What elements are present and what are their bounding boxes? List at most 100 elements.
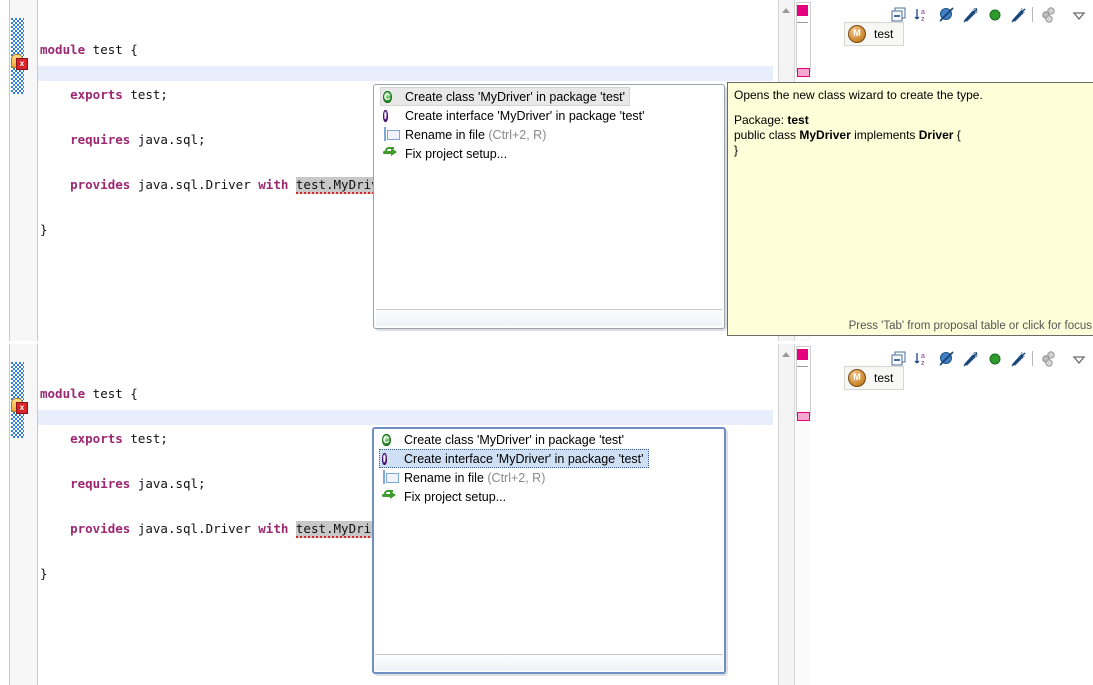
gutter-edge xyxy=(37,0,38,341)
hide-local-types-icon[interactable]: L xyxy=(1010,350,1028,368)
javadoc-tooltip-top[interactable]: Opens the new class wizard to create the… xyxy=(727,82,1093,336)
code-line: requires java.sql; xyxy=(70,132,206,147)
code-line: module test { xyxy=(40,386,138,401)
view-menu-icon[interactable] xyxy=(1070,6,1088,24)
code-line: requires java.sql; xyxy=(70,476,206,491)
code-line: module test { xyxy=(40,42,138,57)
toolbar-separator xyxy=(1032,7,1033,22)
outline-item-label: test xyxy=(874,371,894,385)
rename-icon xyxy=(382,469,399,486)
code-text-bottom[interactable]: module test { exports test; requires jav… xyxy=(40,356,401,611)
editor-gutter-top[interactable]: x xyxy=(0,0,38,341)
proposal-item-inner[interactable]: Fix project setup... xyxy=(380,144,512,163)
proposal-item[interactable]: Rename in file (Ctrl+2, R) xyxy=(376,125,722,144)
module-icon: M xyxy=(848,369,866,387)
proposal-item[interactable]: C Create class 'MyDriver' in package 'te… xyxy=(375,430,723,449)
editor-vertical-scrollbar-bottom[interactable] xyxy=(778,344,794,685)
proposal-item[interactable]: I Create interface 'MyDriver' in package… xyxy=(376,106,722,125)
proposal-list-bottom[interactable]: C Create class 'MyDriver' in package 'te… xyxy=(375,430,723,654)
module-icon: M xyxy=(848,25,866,43)
scroll-up-arrow-icon[interactable] xyxy=(782,8,790,13)
editor-panel-bottom: x module test { exports test; requires j… xyxy=(0,344,1093,685)
outline-item-module-bottom[interactable]: M test xyxy=(844,366,905,390)
javadoc-footer-top: Press 'Tab' from proposal table or click… xyxy=(728,317,1093,335)
outline-item-module-top[interactable]: M test xyxy=(844,22,905,46)
proposal-item[interactable]: C Create class 'MyDriver' in package 'te… xyxy=(376,87,632,106)
svg-text:z: z xyxy=(921,360,925,367)
code-line: } xyxy=(40,222,48,237)
editor-gutter-bottom[interactable]: x xyxy=(0,344,38,685)
code-line: } xyxy=(40,566,48,581)
link-with-editor-icon[interactable] xyxy=(1040,350,1058,368)
proposal-item-inner[interactable]: Rename in file (Ctrl+2, R) xyxy=(380,125,551,144)
hide-fields-icon[interactable] xyxy=(938,6,956,24)
scroll-up-arrow-icon[interactable] xyxy=(782,352,790,357)
code-line: exports test; xyxy=(70,431,168,446)
overview-separator xyxy=(797,366,808,367)
quickfix-error-marker-icon[interactable]: x xyxy=(11,397,28,414)
code-line: provides java.sql.Driver with test.MyDri… xyxy=(70,177,401,194)
hide-non-public-members-icon[interactable] xyxy=(986,6,1004,24)
proposal-item-inner[interactable]: Rename in file (Ctrl+2, R) xyxy=(379,468,550,487)
editor-panel-top: x module test { exports test; requires j… xyxy=(0,0,1093,341)
svg-text:a: a xyxy=(921,9,925,16)
proposal-item[interactable]: Fix project setup... xyxy=(376,144,722,163)
overview-error-marker[interactable] xyxy=(797,349,808,360)
hide-local-types-icon[interactable]: L xyxy=(1010,6,1028,24)
proposal-item-label: Fix project setup... xyxy=(405,146,508,161)
proposal-item[interactable]: Fix project setup... xyxy=(375,487,723,506)
fix-project-icon xyxy=(383,146,399,162)
proposal-list-top[interactable]: C Create class 'MyDriver' in package 'te… xyxy=(376,87,722,309)
rename-icon xyxy=(383,126,400,143)
proposal-item-label: Rename in file (Ctrl+2, R) xyxy=(405,127,547,142)
proposal-item[interactable]: Rename in file (Ctrl+2, R) xyxy=(375,468,723,487)
javadoc-type-name: MyDriver xyxy=(799,128,851,142)
hide-fields-icon[interactable] xyxy=(938,350,956,368)
overview-separator xyxy=(797,22,808,23)
view-menu-icon[interactable] xyxy=(1070,350,1088,368)
svg-text:L: L xyxy=(1021,8,1025,15)
proposal-item-label: Create interface 'MyDriver' in package '… xyxy=(405,108,645,123)
sort-alphabetically-icon[interactable]: az xyxy=(914,6,932,24)
proposal-item-inner[interactable]: I Create interface 'MyDriver' in package… xyxy=(379,449,649,468)
overview-occurrence-marker[interactable] xyxy=(797,412,810,421)
interface-icon: I xyxy=(382,452,387,465)
proposal-item-label: Rename in file (Ctrl+2, R) xyxy=(404,470,546,485)
hide-static-members-icon[interactable]: S xyxy=(962,350,980,368)
javadoc-supertype-name: Driver xyxy=(918,128,954,142)
code-line: exports test; xyxy=(70,87,168,102)
hide-non-public-members-icon[interactable] xyxy=(986,350,1004,368)
proposal-item-label: Create class 'MyDriver' in package 'test… xyxy=(405,89,626,104)
quickfix-proposal-popup-bottom[interactable]: C Create class 'MyDriver' in package 'te… xyxy=(372,427,728,676)
svg-text:a: a xyxy=(921,353,925,360)
hide-static-members-icon[interactable]: S xyxy=(962,6,980,24)
proposal-item-selected[interactable]: I Create interface 'MyDriver' in package… xyxy=(375,449,649,468)
outline-item-label: test xyxy=(874,27,894,41)
overview-error-marker[interactable] xyxy=(797,5,808,16)
quickfix-error-marker-icon[interactable]: x xyxy=(11,53,28,70)
interface-icon: I xyxy=(383,109,388,122)
code-text-top[interactable]: module test { exports test; requires jav… xyxy=(40,12,401,267)
svg-text:L: L xyxy=(1021,352,1025,359)
sort-alphabetically-icon[interactable]: az xyxy=(914,350,932,368)
javadoc-signature-line: public class MyDriver implements Driver … xyxy=(734,128,961,142)
class-icon: C xyxy=(382,433,391,446)
proposal-item-inner[interactable]: I Create interface 'MyDriver' in package… xyxy=(380,106,650,125)
overview-ruler-bottom[interactable] xyxy=(794,344,811,685)
toolbar-separator xyxy=(1032,351,1033,366)
fix-project-icon xyxy=(382,489,398,505)
link-with-editor-icon[interactable] xyxy=(1040,6,1058,24)
quickfix-proposal-popup-top[interactable]: C Create class 'MyDriver' in package 'te… xyxy=(373,84,727,331)
class-icon: C xyxy=(383,90,392,103)
svg-text:z: z xyxy=(921,16,925,23)
proposal-item-inner[interactable]: Fix project setup... xyxy=(379,487,511,506)
scrollbar-track[interactable] xyxy=(779,344,794,685)
proposal-item-inner[interactable]: C Create class 'MyDriver' in package 'te… xyxy=(380,87,631,106)
javadoc-body-top: Opens the new class wizard to create the… xyxy=(728,83,1093,317)
proposal-item-inner[interactable]: C Create class 'MyDriver' in package 'te… xyxy=(379,430,629,449)
proposal-item-hint: (Ctrl+2, R) xyxy=(488,127,547,142)
overview-occurrence-marker[interactable] xyxy=(797,68,810,77)
error-x-shape: x xyxy=(16,58,28,70)
popup-status-bar xyxy=(376,309,722,326)
gutter-edge xyxy=(37,344,38,685)
